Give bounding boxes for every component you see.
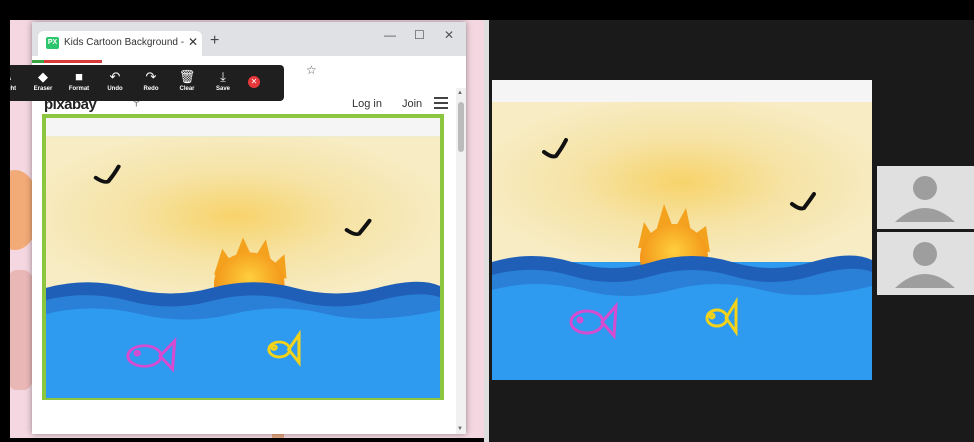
page-scrollbar[interactable]: ▲ ▼ (456, 88, 466, 434)
avatar-placeholder-icon (877, 166, 974, 229)
scroll-up-arrow-icon[interactable]: ▲ (457, 90, 463, 96)
annotation-toolbar: ✎ otlight ◆ Eraser ■ Format ↶ Undo ↷ Red… (10, 65, 284, 101)
save-icon: ⤓ (220, 69, 226, 84)
cartoon-image-frame (42, 114, 444, 400)
sea-sunset-illustration (492, 80, 872, 380)
redo-icon: ↷ (145, 69, 157, 84)
format-tool[interactable]: ■ Format (62, 68, 96, 92)
browser-titlebar: PX Kids Cartoon Background - Free ✕ + — … (32, 22, 466, 56)
login-link[interactable]: Log in (352, 98, 382, 110)
tab-title: Kids Cartoon Background - Free (64, 37, 184, 48)
cartoon-background-image (46, 118, 440, 398)
scroll-down-arrow-icon[interactable]: ▼ (457, 426, 463, 432)
meeting-window: PX Kids Cartoon Background - Free ✕ + — … (0, 0, 974, 442)
loading-indicator (32, 60, 44, 63)
new-tab-button[interactable]: + (210, 32, 219, 50)
eraser-tool[interactable]: ◆ Eraser (26, 68, 60, 92)
undo-icon: ↶ (109, 69, 121, 84)
close-toolbar-icon[interactable]: ✕ (248, 76, 260, 88)
hamburger-menu-icon[interactable] (434, 94, 448, 112)
browser-tab[interactable]: PX Kids Cartoon Background - Free ✕ (38, 31, 202, 56)
participant-tile[interactable] (877, 166, 974, 229)
shared-image-preview (492, 80, 872, 380)
tab-close-icon[interactable]: ✕ (188, 35, 198, 49)
save-button[interactable]: ⤓ Save (206, 68, 240, 92)
undo-button[interactable]: ↶ Undo (98, 68, 132, 92)
pen-icon: ✎ (10, 68, 24, 86)
window-close-button[interactable]: ✕ (444, 28, 454, 42)
bookmark-star-icon[interactable]: ☆ (306, 63, 317, 77)
avatar-placeholder-icon (877, 232, 974, 295)
redo-button[interactable]: ↷ Redo (134, 68, 168, 92)
trash-icon: 🗑 (178, 69, 196, 84)
shared-screen: PX Kids Cartoon Background - Free ✕ + — … (10, 20, 484, 438)
pixabay-favicon-icon: PX (46, 37, 59, 49)
minimize-button[interactable]: — (384, 28, 396, 42)
clear-button[interactable]: 🗑 Clear (170, 68, 204, 92)
join-link[interactable]: Join (402, 98, 422, 110)
scroll-thumb[interactable] (458, 102, 464, 152)
spotlight-tool[interactable]: ✎ otlight (10, 68, 24, 92)
format-square-icon: ■ (75, 69, 83, 84)
maximize-button[interactable]: ☐ (414, 28, 425, 42)
sea-sunset-illustration (46, 118, 440, 398)
participant-tile[interactable] (877, 232, 974, 295)
eraser-icon: ◆ (38, 69, 48, 84)
video-gallery (489, 20, 974, 442)
